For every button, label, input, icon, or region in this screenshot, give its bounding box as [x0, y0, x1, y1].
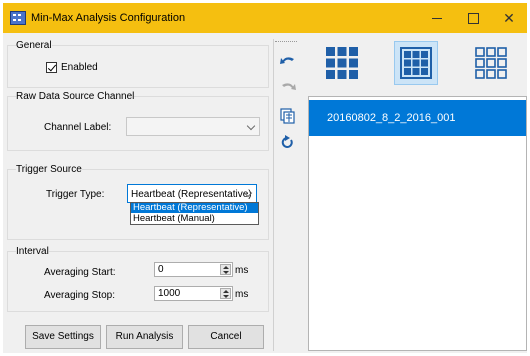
averaging-stop-label: Averaging Stop:: [44, 290, 115, 301]
spinner-arrows-icon[interactable]: [220, 264, 231, 275]
spinner-arrows-icon[interactable]: [220, 288, 231, 299]
trigger-type-dropdown: Heartbeat (Representative) Heartbeat (Ma…: [130, 202, 259, 225]
save-settings-button[interactable]: Save Settings: [25, 325, 101, 349]
undo-arrow-icon[interactable]: [279, 53, 297, 69]
trigger-option-manual[interactable]: Heartbeat (Manual): [131, 214, 258, 224]
minimize-button[interactable]: [419, 3, 455, 33]
trigger-group-label: Trigger Source: [16, 164, 82, 175]
averaging-stop-unit: ms: [235, 289, 249, 300]
averaging-start-input[interactable]: 0: [154, 262, 233, 277]
averaging-start-value: 0: [158, 264, 164, 275]
averaging-start-unit: ms: [235, 265, 249, 276]
copy-grid-icon[interactable]: [279, 107, 297, 124]
run-analysis-button[interactable]: Run Analysis: [106, 325, 183, 349]
interval-group: [7, 251, 269, 312]
trigger-type-label: Trigger Type:: [46, 189, 105, 200]
view-small-button[interactable]: [469, 41, 513, 85]
general-group-label: General: [16, 40, 52, 51]
file-list[interactable]: 20160802_8_2_2016_001: [308, 96, 527, 351]
enabled-checkbox[interactable]: [46, 62, 57, 73]
enabled-label: Enabled: [61, 62, 98, 73]
grip-icon: [275, 41, 297, 43]
trigger-option-representative[interactable]: Heartbeat (Representative): [131, 203, 258, 213]
panel-splitter[interactable]: [273, 39, 276, 351]
redo-arrow-icon[interactable]: [279, 79, 297, 95]
averaging-start-label: Averaging Start:: [44, 267, 116, 278]
channel-label: Channel Label:: [44, 122, 112, 133]
refresh-icon[interactable]: [279, 134, 297, 150]
raw-data-group-label: Raw Data Source Channel: [16, 91, 135, 102]
channel-select[interactable]: [126, 117, 260, 136]
view-large-button[interactable]: [320, 41, 364, 85]
small-grid-view-icon: [475, 47, 507, 79]
trigger-type-select[interactable]: Heartbeat (Representative): [127, 184, 257, 203]
large-grid-view-icon: [326, 47, 358, 79]
close-icon: ✕: [503, 10, 515, 26]
averaging-stop-value: 1000: [158, 288, 181, 299]
view-medium-button[interactable]: [394, 41, 438, 85]
cancel-button[interactable]: Cancel: [188, 325, 264, 349]
averaging-stop-input[interactable]: 1000: [154, 286, 233, 301]
trigger-type-value: Heartbeat (Representative): [131, 189, 252, 200]
maximize-button[interactable]: [455, 3, 491, 33]
title-bar[interactable]: Min-Max Analysis Configuration ✕: [3, 3, 527, 33]
window-title: Min-Max Analysis Configuration: [31, 12, 186, 24]
medium-grid-view-icon: [400, 47, 432, 79]
close-button[interactable]: ✕: [491, 3, 527, 33]
app-window: Min-Max Analysis Configuration ✕ General…: [3, 3, 527, 353]
chevron-down-icon: [246, 121, 256, 131]
interval-group-label: Interval: [16, 246, 49, 257]
list-item[interactable]: 20160802_8_2_2016_001: [309, 100, 526, 136]
grid-app-icon: [10, 11, 26, 25]
